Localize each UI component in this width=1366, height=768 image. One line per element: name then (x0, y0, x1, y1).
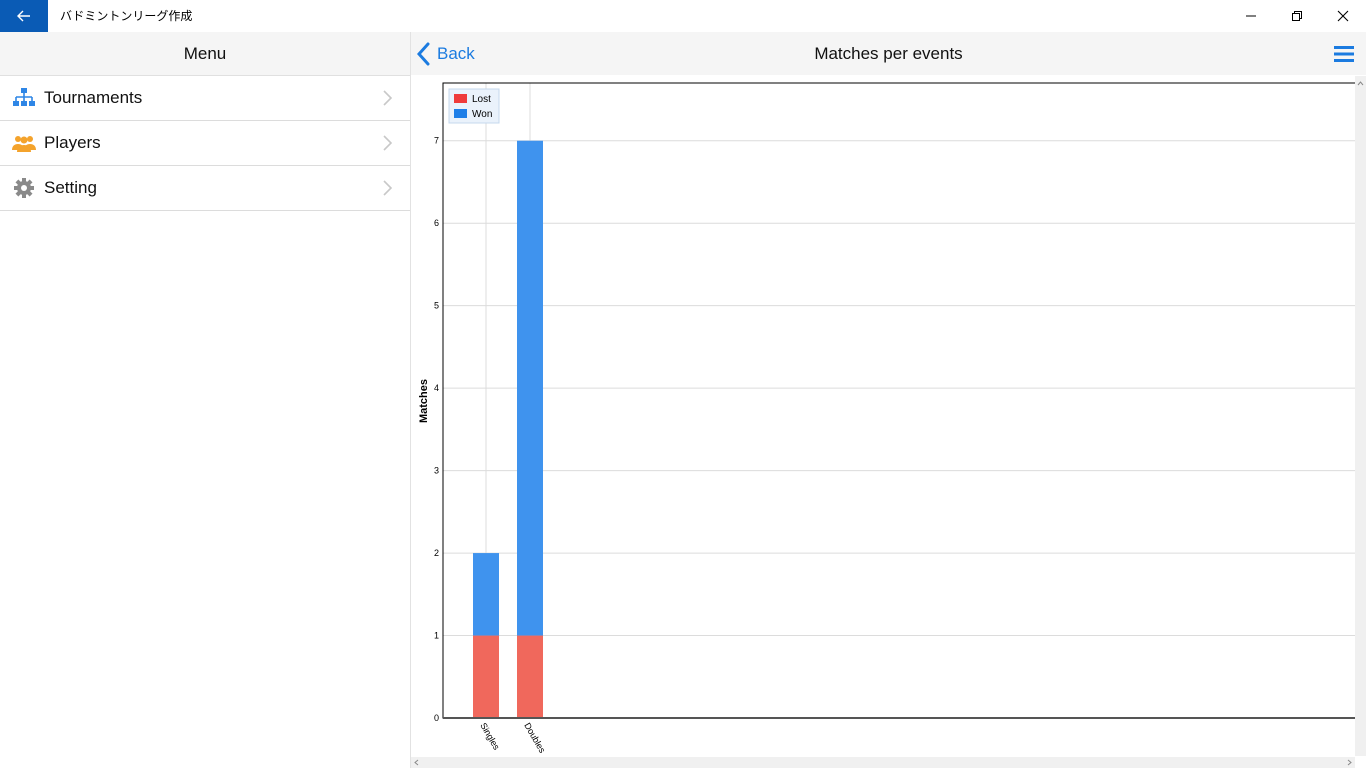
y-tick-label: 3 (434, 466, 439, 476)
gear-icon (14, 178, 34, 198)
vertical-scrollbar[interactable] (1355, 76, 1366, 756)
menu-header: Menu (0, 32, 410, 76)
back-label: Back (437, 43, 475, 63)
chevron-right-icon (383, 135, 393, 151)
menu-item-setting[interactable]: Setting (0, 166, 410, 211)
hamburger-menu-icon[interactable] (1334, 44, 1354, 64)
chevron-right-icon (383, 180, 393, 196)
restore-icon (1292, 11, 1302, 21)
y-tick-label: 1 (434, 631, 439, 641)
page-title: Matches per events (814, 44, 963, 63)
chevron-right-icon (383, 90, 393, 106)
titlebar-back-button[interactable] (0, 0, 48, 32)
horizontal-scrollbar[interactable] (411, 757, 1355, 768)
y-tick-label: 0 (434, 713, 439, 723)
title-bar: バドミントンリーグ作成 (0, 0, 1366, 32)
minimize-icon (1246, 15, 1256, 17)
scroll-left-icon (414, 759, 419, 766)
scroll-up-icon (1357, 81, 1364, 86)
legend-swatch (454, 94, 467, 103)
x-tick-label: Doubles (522, 721, 547, 755)
bar-lost (473, 635, 499, 718)
y-axis-label: Matches (418, 379, 430, 423)
close-button[interactable] (1320, 0, 1366, 32)
users-icon (12, 136, 36, 152)
legend-swatch (454, 109, 467, 118)
menu-pane: Menu Tournaments Players Setting (0, 32, 411, 768)
app-title: バドミントンリーグ作成 (60, 9, 193, 23)
detail-pane: Matches per events Back 0 1 2 3 4 5 6 7 Singles… (411, 32, 1366, 768)
arrow-left-icon (17, 10, 30, 22)
legend-label: Lost (472, 94, 491, 105)
restore-button[interactable] (1274, 0, 1320, 32)
x-tick-label: Singles (478, 721, 502, 752)
bar-won (517, 140, 543, 636)
bar-won (473, 553, 499, 636)
legend-label: Won (472, 109, 492, 120)
matches-chart: 0 1 2 3 4 5 6 7 Singles Doubles Matches Lost Won (418, 82, 1355, 755)
sitemap-icon (13, 88, 35, 106)
plot-area (443, 83, 1355, 718)
menu-item-players[interactable]: Players (0, 121, 410, 166)
y-tick-label: 5 (434, 301, 439, 311)
chart-legend: Lost Won (448, 88, 500, 124)
chevron-left-icon (417, 42, 430, 65)
x-tick-labels: Singles Doubles (478, 721, 547, 755)
close-icon (1337, 10, 1349, 22)
menu-item-tournaments[interactable]: Tournaments (0, 76, 410, 121)
scroll-right-icon (1347, 759, 1352, 766)
minimize-button[interactable] (1228, 0, 1274, 32)
y-tick-label: 6 (434, 218, 439, 228)
y-tick-label: 2 (434, 548, 439, 558)
y-tick-labels: 0 1 2 3 4 5 6 7 (434, 136, 439, 723)
back-button[interactable]: Back (417, 32, 475, 75)
menu-item-label: Players (44, 133, 101, 152)
menu-item-label: Setting (44, 178, 97, 197)
detail-header: Matches per events Back (411, 32, 1366, 75)
menu-item-label: Tournaments (44, 88, 143, 107)
bar-lost (517, 635, 543, 718)
y-tick-label: 4 (434, 383, 439, 393)
chart-grid (443, 83, 1355, 718)
y-tick-label: 7 (434, 136, 439, 146)
